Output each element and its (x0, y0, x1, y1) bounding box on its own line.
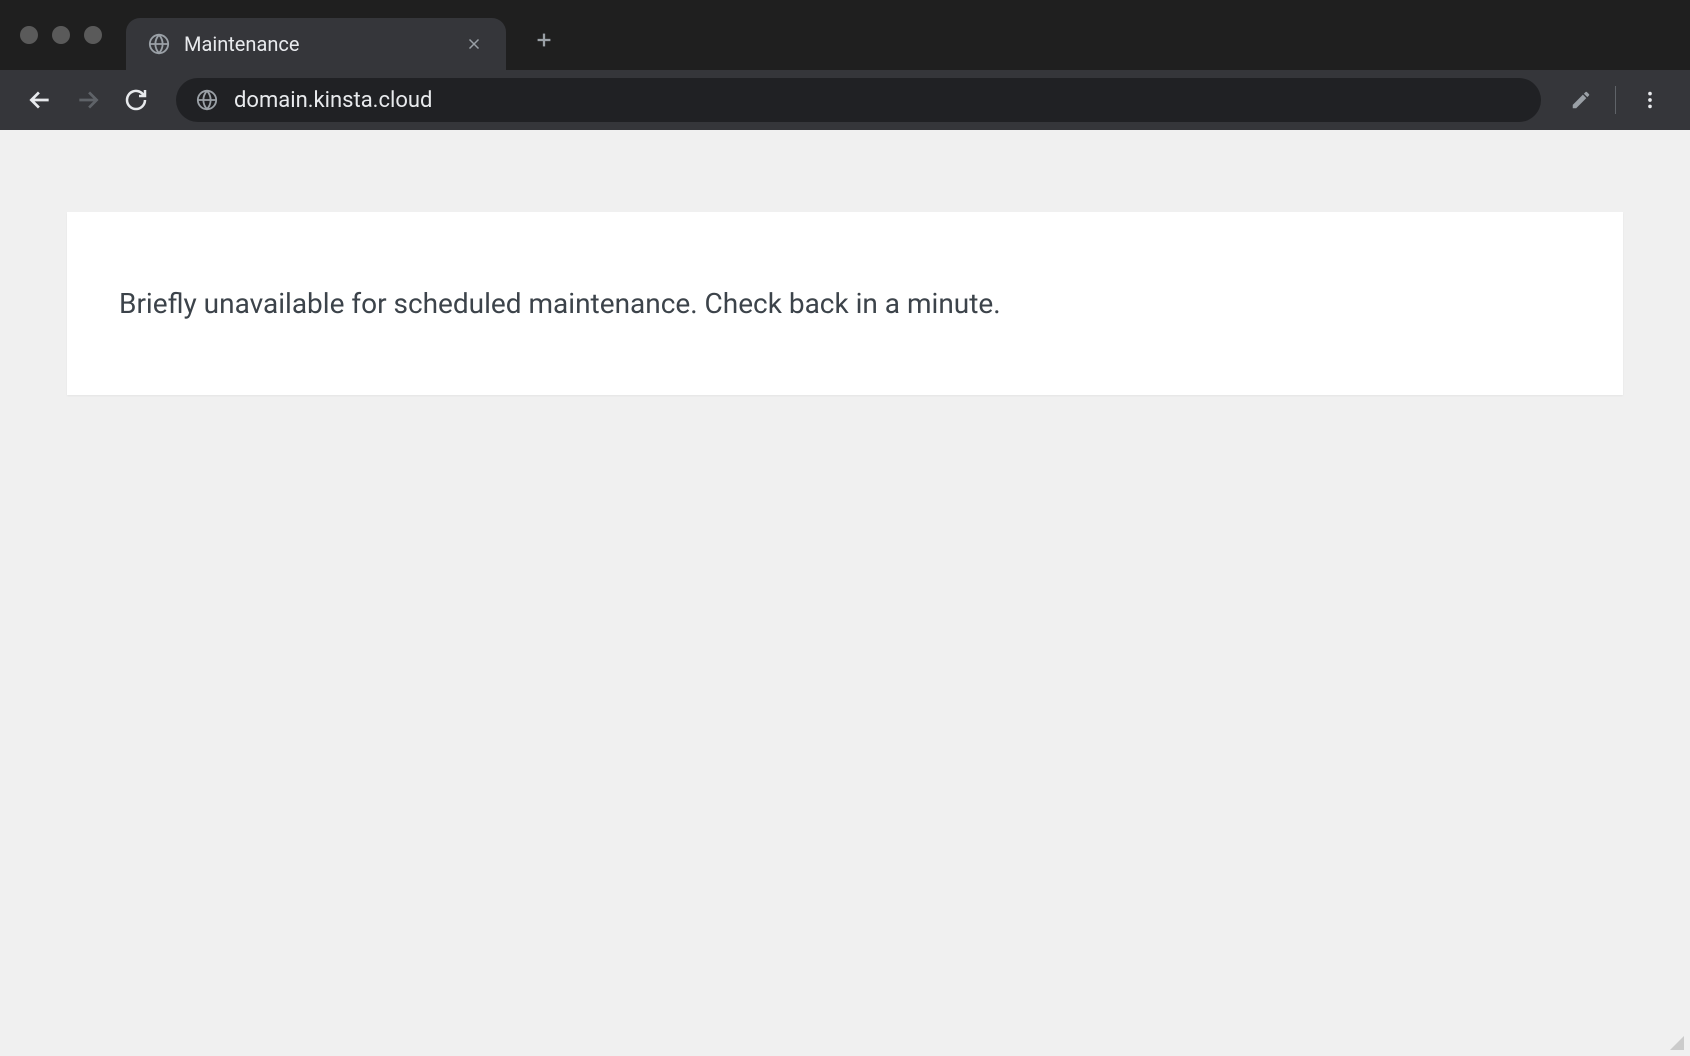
new-tab-button[interactable] (524, 20, 564, 60)
toolbar-divider (1615, 86, 1616, 114)
browser-tab[interactable]: Maintenance (126, 18, 506, 70)
back-button[interactable] (20, 80, 60, 120)
window-close-button[interactable] (20, 26, 38, 44)
browser-window: Maintenance (0, 0, 1690, 1056)
url-text: domain.kinsta.cloud (234, 88, 1521, 113)
reload-button[interactable] (116, 80, 156, 120)
tab-bar: Maintenance (0, 0, 1690, 70)
maintenance-message: Briefly unavailable for scheduled mainte… (119, 284, 1571, 323)
pen-icon[interactable] (1561, 80, 1601, 120)
resize-handle-icon[interactable] (1670, 1036, 1684, 1050)
browser-menu-button[interactable] (1630, 80, 1670, 120)
site-info-icon[interactable] (196, 89, 218, 111)
close-icon[interactable] (462, 32, 486, 56)
browser-toolbar: domain.kinsta.cloud (0, 70, 1690, 130)
forward-button[interactable] (68, 80, 108, 120)
address-bar[interactable]: domain.kinsta.cloud (176, 78, 1541, 122)
window-minimize-button[interactable] (52, 26, 70, 44)
page-viewport: Briefly unavailable for scheduled mainte… (0, 130, 1690, 1056)
tab-title: Maintenance (184, 32, 448, 56)
maintenance-card: Briefly unavailable for scheduled mainte… (67, 212, 1623, 395)
window-controls (20, 26, 102, 44)
window-maximize-button[interactable] (84, 26, 102, 44)
globe-icon (148, 33, 170, 55)
